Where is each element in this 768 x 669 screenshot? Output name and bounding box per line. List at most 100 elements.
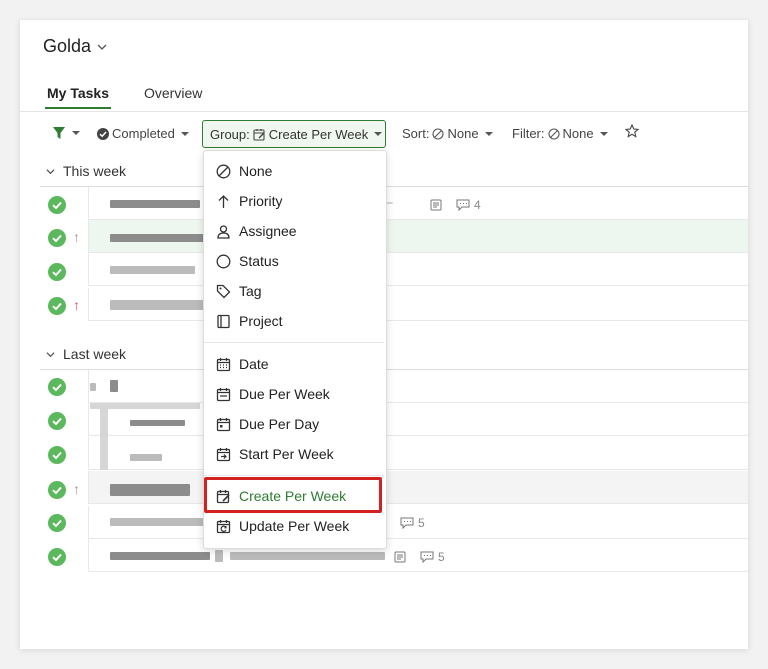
redacted-text [110,380,118,392]
calendar-create-icon [253,128,265,141]
redacted-text [90,383,96,391]
task-complete-checkbox[interactable] [48,412,66,430]
menu-item-tag[interactable]: Tag [204,276,384,306]
section-this-week[interactable]: This week [46,163,126,179]
redacted-text [110,266,195,274]
filter-button[interactable]: Filter: None [512,126,608,141]
toolbar: Completed Group: Create Per Week Sort: N… [20,120,748,150]
comment-icon [456,199,470,211]
sort-label: Sort: [402,126,430,141]
task-meta: 5 [394,550,445,564]
checkmark-icon [52,234,62,243]
menu-item-date[interactable]: Date [204,349,384,379]
menu-item-label: Due Per Day [239,416,320,432]
comment-count: 5 [438,550,445,564]
menu-item-status[interactable]: Status [204,246,384,276]
redacted-text [100,403,108,470]
menu-item-assignee[interactable]: Assignee [204,216,384,246]
checkmark-icon [52,486,62,495]
menu-item-label: Due Per Week [239,386,330,402]
redacted-text [110,234,205,242]
caret-down-icon [599,131,608,136]
redacted-text [230,552,385,560]
tab-my-tasks[interactable]: My Tasks [45,85,111,109]
task-complete-checkbox[interactable] [48,548,66,566]
none-icon [547,127,560,140]
task-complete-checkbox[interactable] [48,378,66,396]
section-last-week[interactable]: Last week [46,346,126,362]
workspace-selector[interactable]: Golda [43,36,107,57]
menu-item-start-per-week[interactable]: Start Per Week [204,439,384,469]
caret-down-icon [180,131,189,136]
task-meta: 5 [400,516,425,530]
priority-arrow-icon: ↑ [73,229,80,245]
sort-button[interactable]: Sort: None [402,126,493,141]
checkmark-icon [52,302,62,311]
checkmark-icon [52,553,62,562]
section-label: Last week [63,346,127,362]
menu-item-none[interactable]: None [204,156,384,186]
task-complete-checkbox[interactable] [48,263,66,281]
note-icon [394,551,406,563]
redacted-text [110,518,205,526]
workspace-title: Golda [43,36,92,56]
tab-overview[interactable]: Overview [144,85,202,101]
redacted-text [215,550,223,562]
chevron-down-icon [97,44,107,50]
menu-item-due-per-day[interactable]: Due Per Day [204,409,384,439]
redacted-text [130,420,185,426]
menu-item-priority[interactable]: Priority [204,186,384,216]
calendar-update-icon [216,519,231,533]
menu-item-update-per-week[interactable]: Update Per Week [204,511,384,541]
redacted-text [130,454,162,461]
menu-item-label: Tag [239,283,262,299]
high-priority-arrow-icon: ↑ [73,297,80,313]
tab-bar: My Tasks Overview [20,84,748,112]
task-complete-checkbox[interactable] [48,196,66,214]
checkmark-icon [52,383,62,392]
group-value: Create Per Week [268,126,369,142]
task-meta: 4 [430,198,481,212]
menu-item-label: None [239,163,273,179]
task-complete-checkbox[interactable] [48,446,66,464]
completed-label: Completed [112,126,175,141]
task-complete-checkbox[interactable] [48,481,66,499]
check-circle-icon [97,127,109,140]
filter-label: Filter: [512,126,545,141]
task-complete-checkbox[interactable] [48,229,66,247]
checkmark-icon [52,519,62,528]
redacted-text [110,484,190,496]
comment-icon [400,517,414,529]
person-icon [217,224,230,239]
tag-icon [216,284,231,298]
menu-item-label: Project [239,313,283,329]
task-complete-checkbox[interactable] [48,514,66,532]
menu-divider [204,342,384,343]
checkmark-icon [52,201,62,210]
redacted-text [110,200,200,208]
comment-icon [420,551,434,563]
menu-item-label: Status [239,253,279,269]
calendar-icon [216,357,231,371]
circle-icon [216,254,231,268]
group-button[interactable]: Group: Create Per Week [202,120,386,148]
menu-item-label: Assignee [239,223,297,239]
table-row[interactable] [88,370,748,403]
task-complete-checkbox[interactable] [48,297,66,315]
note-icon [430,199,442,211]
menu-item-due-per-week[interactable]: Due Per Week [204,379,384,409]
star-button[interactable] [625,124,639,138]
menu-item-project[interactable]: Project [204,306,384,336]
selection-highlight-box [204,477,382,513]
checkmark-icon [52,268,62,277]
comment-count: 5 [418,516,425,530]
redacted-text [110,552,210,560]
checkmark-icon [52,417,62,426]
table-row[interactable] [88,437,748,470]
menu-item-label: Start Per Week [239,446,334,462]
menu-item-label: Priority [239,193,283,209]
completed-toggle[interactable]: Completed [97,126,189,141]
group-label: Group: [210,126,250,142]
priority-arrow-icon: ↑ [73,481,80,497]
quick-filter-button[interactable] [52,126,80,140]
